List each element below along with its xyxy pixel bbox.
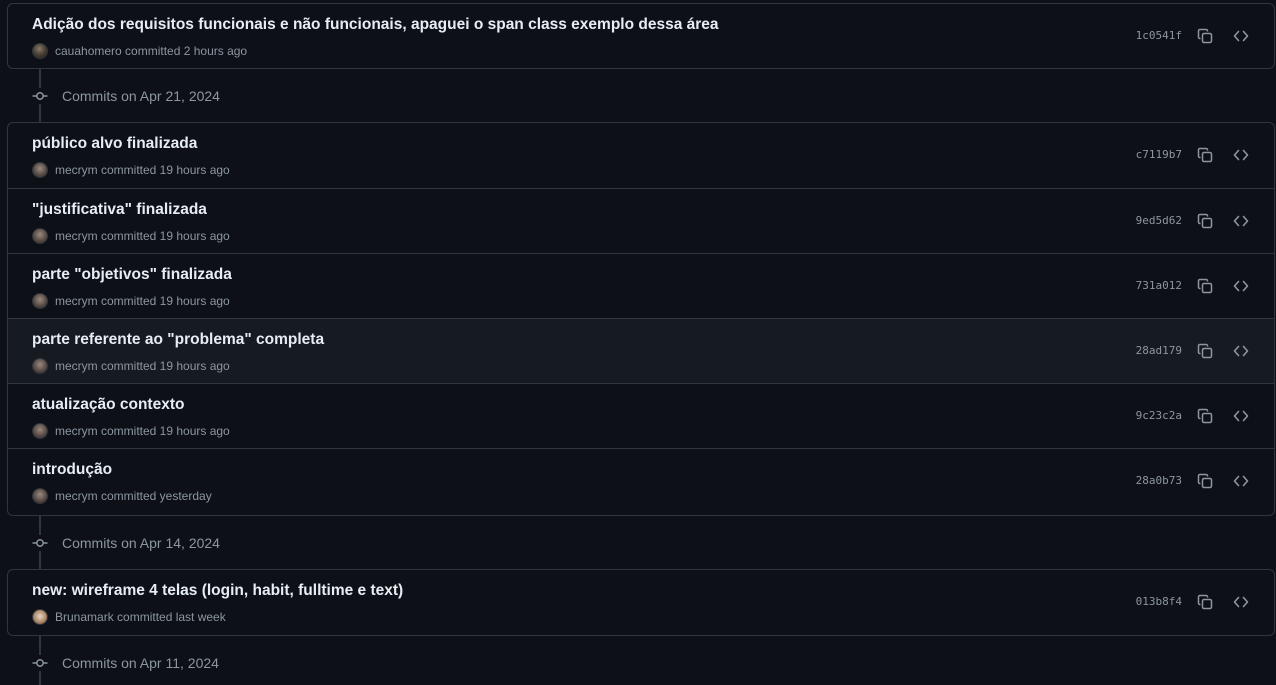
commit-sha-link[interactable]: 731a012 xyxy=(1136,279,1182,292)
avatar[interactable] xyxy=(32,358,48,374)
copy-sha-button[interactable] xyxy=(1196,472,1214,490)
code-icon xyxy=(1233,410,1249,422)
commit-meta: mecrym committed yesterday xyxy=(32,487,212,505)
copy-icon xyxy=(1197,473,1213,489)
commit-meta: mecrym committed 19 hours ago xyxy=(32,292,230,310)
avatar[interactable] xyxy=(32,43,48,59)
commit-row[interactable]: parte "objetivos" finalizada mecrym comm… xyxy=(8,253,1274,318)
avatar[interactable] xyxy=(32,162,48,178)
commit-message-link[interactable]: new: wireframe 4 telas (login, habit, fu… xyxy=(32,582,403,600)
commit-author-line: cauahomero committed 2 hours ago xyxy=(55,44,248,58)
commit-message-link[interactable]: Adição dos requisitos funcionais e não f… xyxy=(32,16,719,34)
commit-author-line: mecrym committed 19 hours ago xyxy=(55,359,230,373)
commit-row[interactable]: introdução mecrym committed yesterday 28… xyxy=(8,448,1274,513)
copy-sha-button[interactable] xyxy=(1196,593,1214,611)
avatar[interactable] xyxy=(32,488,48,504)
copy-icon xyxy=(1197,278,1213,294)
browse-repo-button[interactable] xyxy=(1232,146,1250,164)
commit-author-line: mecrym committed 19 hours ago xyxy=(55,163,230,177)
commit-list: público alvo finalizada mecrym committed… xyxy=(7,122,1275,516)
commit-sha-link[interactable]: 28ad179 xyxy=(1136,344,1182,357)
commit-meta: mecrym committed 19 hours ago xyxy=(32,161,230,179)
commit-row[interactable]: público alvo finalizada mecrym committed… xyxy=(8,123,1274,188)
commits-date-heading: Commits on Apr 11, 2024 xyxy=(32,653,219,673)
avatar[interactable] xyxy=(32,609,48,625)
commit-author-line: mecrym committed 19 hours ago xyxy=(55,424,230,438)
commit-author-line: mecrym committed 19 hours ago xyxy=(55,229,230,243)
commit-author-line: Brunamark committed last week xyxy=(55,610,226,624)
commit-meta: Brunamark committed last week xyxy=(32,608,226,626)
commit-row[interactable]: Adição dos requisitos funcionais e não f… xyxy=(8,4,1274,68)
avatar[interactable] xyxy=(32,423,48,439)
avatar[interactable] xyxy=(32,228,48,244)
commit-row[interactable]: new: wireframe 4 telas (login, habit, fu… xyxy=(8,570,1274,635)
commit-author-line: mecrym committed yesterday xyxy=(55,489,212,503)
commit-row[interactable]: atualização contexto mecrym committed 19… xyxy=(8,383,1274,448)
date-heading-text: Commits on Apr 21, 2024 xyxy=(62,88,220,104)
commit-list: Adição dos requisitos funcionais e não f… xyxy=(7,3,1275,69)
avatar[interactable] xyxy=(32,293,48,309)
copy-icon xyxy=(1197,594,1213,610)
commit-sha-link[interactable]: 28a0b73 xyxy=(1136,474,1182,487)
commit-message-link[interactable]: introdução xyxy=(32,461,112,479)
copy-icon xyxy=(1197,28,1213,44)
copy-icon xyxy=(1197,343,1213,359)
browse-repo-button[interactable] xyxy=(1232,342,1250,360)
commit-sha-link[interactable]: c7119b7 xyxy=(1136,148,1182,161)
copy-sha-button[interactable] xyxy=(1196,277,1214,295)
copy-icon xyxy=(1197,147,1213,163)
copy-sha-button[interactable] xyxy=(1196,146,1214,164)
commit-message-link[interactable]: atualização contexto xyxy=(32,396,184,414)
copy-icon xyxy=(1197,213,1213,229)
git-commit-icon xyxy=(32,655,48,671)
commit-meta: mecrym committed 19 hours ago xyxy=(32,357,230,375)
commits-date-heading: Commits on Apr 14, 2024 xyxy=(32,533,220,553)
commit-meta: cauahomero committed 2 hours ago xyxy=(32,42,247,60)
copy-sha-button[interactable] xyxy=(1196,342,1214,360)
code-icon xyxy=(1233,149,1249,161)
git-commit-icon xyxy=(32,535,48,551)
git-commit-icon xyxy=(32,88,48,104)
commit-meta: mecrym committed 19 hours ago xyxy=(32,227,230,245)
commit-row[interactable]: "justificativa" finalizada mecrym commit… xyxy=(8,188,1274,253)
browse-repo-button[interactable] xyxy=(1232,407,1250,425)
code-icon xyxy=(1233,475,1249,487)
code-icon xyxy=(1233,30,1249,42)
copy-icon xyxy=(1197,408,1213,424)
commit-sha-link[interactable]: 013b8f4 xyxy=(1136,595,1182,608)
code-icon xyxy=(1233,280,1249,292)
browse-repo-button[interactable] xyxy=(1232,593,1250,611)
code-icon xyxy=(1233,596,1249,608)
commit-list: new: wireframe 4 telas (login, habit, fu… xyxy=(7,569,1275,636)
browse-repo-button[interactable] xyxy=(1232,212,1250,230)
commit-message-link[interactable]: parte "objetivos" finalizada xyxy=(32,266,232,284)
commits-page: Adição dos requisitos funcionais e não f… xyxy=(0,0,1276,685)
copy-sha-button[interactable] xyxy=(1196,27,1214,45)
copy-sha-button[interactable] xyxy=(1196,212,1214,230)
browse-repo-button[interactable] xyxy=(1232,27,1250,45)
commit-message-link[interactable]: "justificativa" finalizada xyxy=(32,201,207,219)
commit-author-line: mecrym committed 19 hours ago xyxy=(55,294,230,308)
copy-sha-button[interactable] xyxy=(1196,407,1214,425)
commit-sha-link[interactable]: 1c0541f xyxy=(1136,29,1182,42)
browse-repo-button[interactable] xyxy=(1232,277,1250,295)
commit-sha-link[interactable]: 9ed5d62 xyxy=(1136,214,1182,227)
commits-date-heading: Commits on Apr 21, 2024 xyxy=(32,86,220,106)
date-heading-text: Commits on Apr 14, 2024 xyxy=(62,535,220,551)
browse-repo-button[interactable] xyxy=(1232,472,1250,490)
code-icon xyxy=(1233,215,1249,227)
commit-sha-link[interactable]: 9c23c2a xyxy=(1136,409,1182,422)
date-heading-text: Commits on Apr 11, 2024 xyxy=(62,655,219,671)
commit-message-link[interactable]: parte referente ao "problema" completa xyxy=(32,331,324,349)
code-icon xyxy=(1233,345,1249,357)
commit-meta: mecrym committed 19 hours ago xyxy=(32,422,230,440)
commit-message-link[interactable]: público alvo finalizada xyxy=(32,135,197,153)
commit-row[interactable]: parte referente ao "problema" completa m… xyxy=(8,318,1274,383)
